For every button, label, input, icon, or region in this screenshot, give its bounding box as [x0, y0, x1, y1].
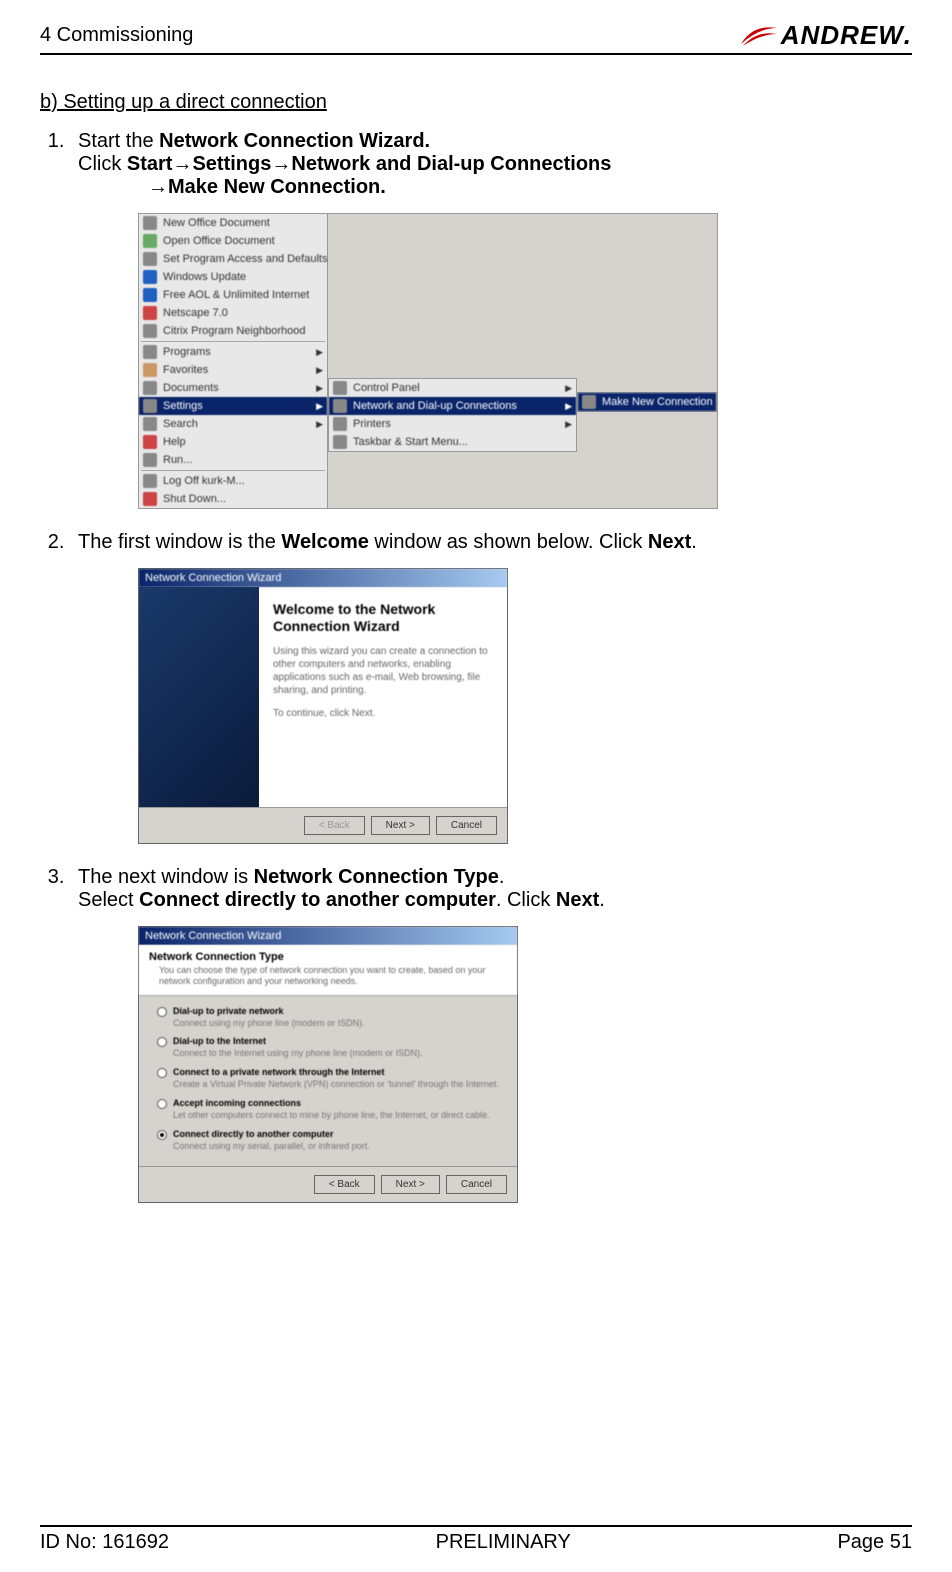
- menu-settings[interactable]: Settings▶: [139, 397, 327, 415]
- radio-option[interactable]: Connect to a private network through the…: [157, 1067, 499, 1090]
- radio-icon: [157, 1068, 167, 1078]
- page-number: Page 51: [837, 1531, 912, 1554]
- radio-icon: [157, 1007, 167, 1017]
- cancel-button[interactable]: Cancel: [436, 816, 497, 835]
- step-2: The first window is the Welcome window a…: [70, 531, 912, 844]
- step-1: Start the Network Connection Wizard. Cli…: [70, 130, 912, 509]
- wizard-titlebar: Network Connection Wizard: [139, 569, 507, 587]
- radio-icon: [157, 1037, 167, 1047]
- wizard-titlebar: Network Connection Wizard: [139, 927, 517, 945]
- brand-logo: ANDREW.: [739, 20, 912, 51]
- brand-text: ANDREW: [781, 20, 904, 51]
- radio-icon: [157, 1130, 167, 1140]
- page-header: 4 Commissioning ANDREW.: [40, 20, 912, 55]
- screenshot-welcome-wizard: Network Connection Wizard Welcome to the…: [138, 568, 508, 844]
- wizard-heading: Welcome to the Network Connection Wizard: [273, 601, 493, 635]
- next-button[interactable]: Next >: [381, 1175, 440, 1194]
- section-heading: b) Setting up a direct connection: [40, 91, 912, 114]
- screenshot-start-menu: New Office Document Open Office Document…: [138, 213, 718, 509]
- chapter-title: 4 Commissioning: [40, 24, 193, 51]
- logo-swoosh-icon: [739, 22, 779, 50]
- radio-icon: [157, 1099, 167, 1109]
- wizard-page-title: Network Connection Type: [149, 951, 507, 963]
- radio-option[interactable]: Dial-up to private network Connect using…: [157, 1006, 499, 1029]
- screenshot-connection-type: Network Connection Wizard Network Connec…: [138, 926, 518, 1203]
- page-footer: ID No: 161692 PRELIMINARY Page 51: [40, 1525, 912, 1554]
- wizard-banner: [139, 587, 259, 807]
- step-3: The next window is Network Connection Ty…: [70, 866, 912, 1203]
- back-button[interactable]: < Back: [314, 1175, 375, 1194]
- menu-make-new-connection[interactable]: Make New Connection: [578, 393, 716, 411]
- next-button[interactable]: Next >: [371, 816, 430, 835]
- radio-option[interactable]: Accept incoming connections Let other co…: [157, 1098, 499, 1121]
- back-button[interactable]: < Back: [304, 816, 365, 835]
- radio-option[interactable]: Dial-up to the Internet Connect to the I…: [157, 1036, 499, 1059]
- menu-network-dialup[interactable]: Network and Dial-up Connections▶: [329, 397, 576, 415]
- radio-option-selected[interactable]: Connect directly to another computer Con…: [157, 1129, 499, 1152]
- doc-id: ID No: 161692: [40, 1531, 169, 1554]
- cancel-button[interactable]: Cancel: [446, 1175, 507, 1194]
- doc-status: PRELIMINARY: [436, 1531, 571, 1554]
